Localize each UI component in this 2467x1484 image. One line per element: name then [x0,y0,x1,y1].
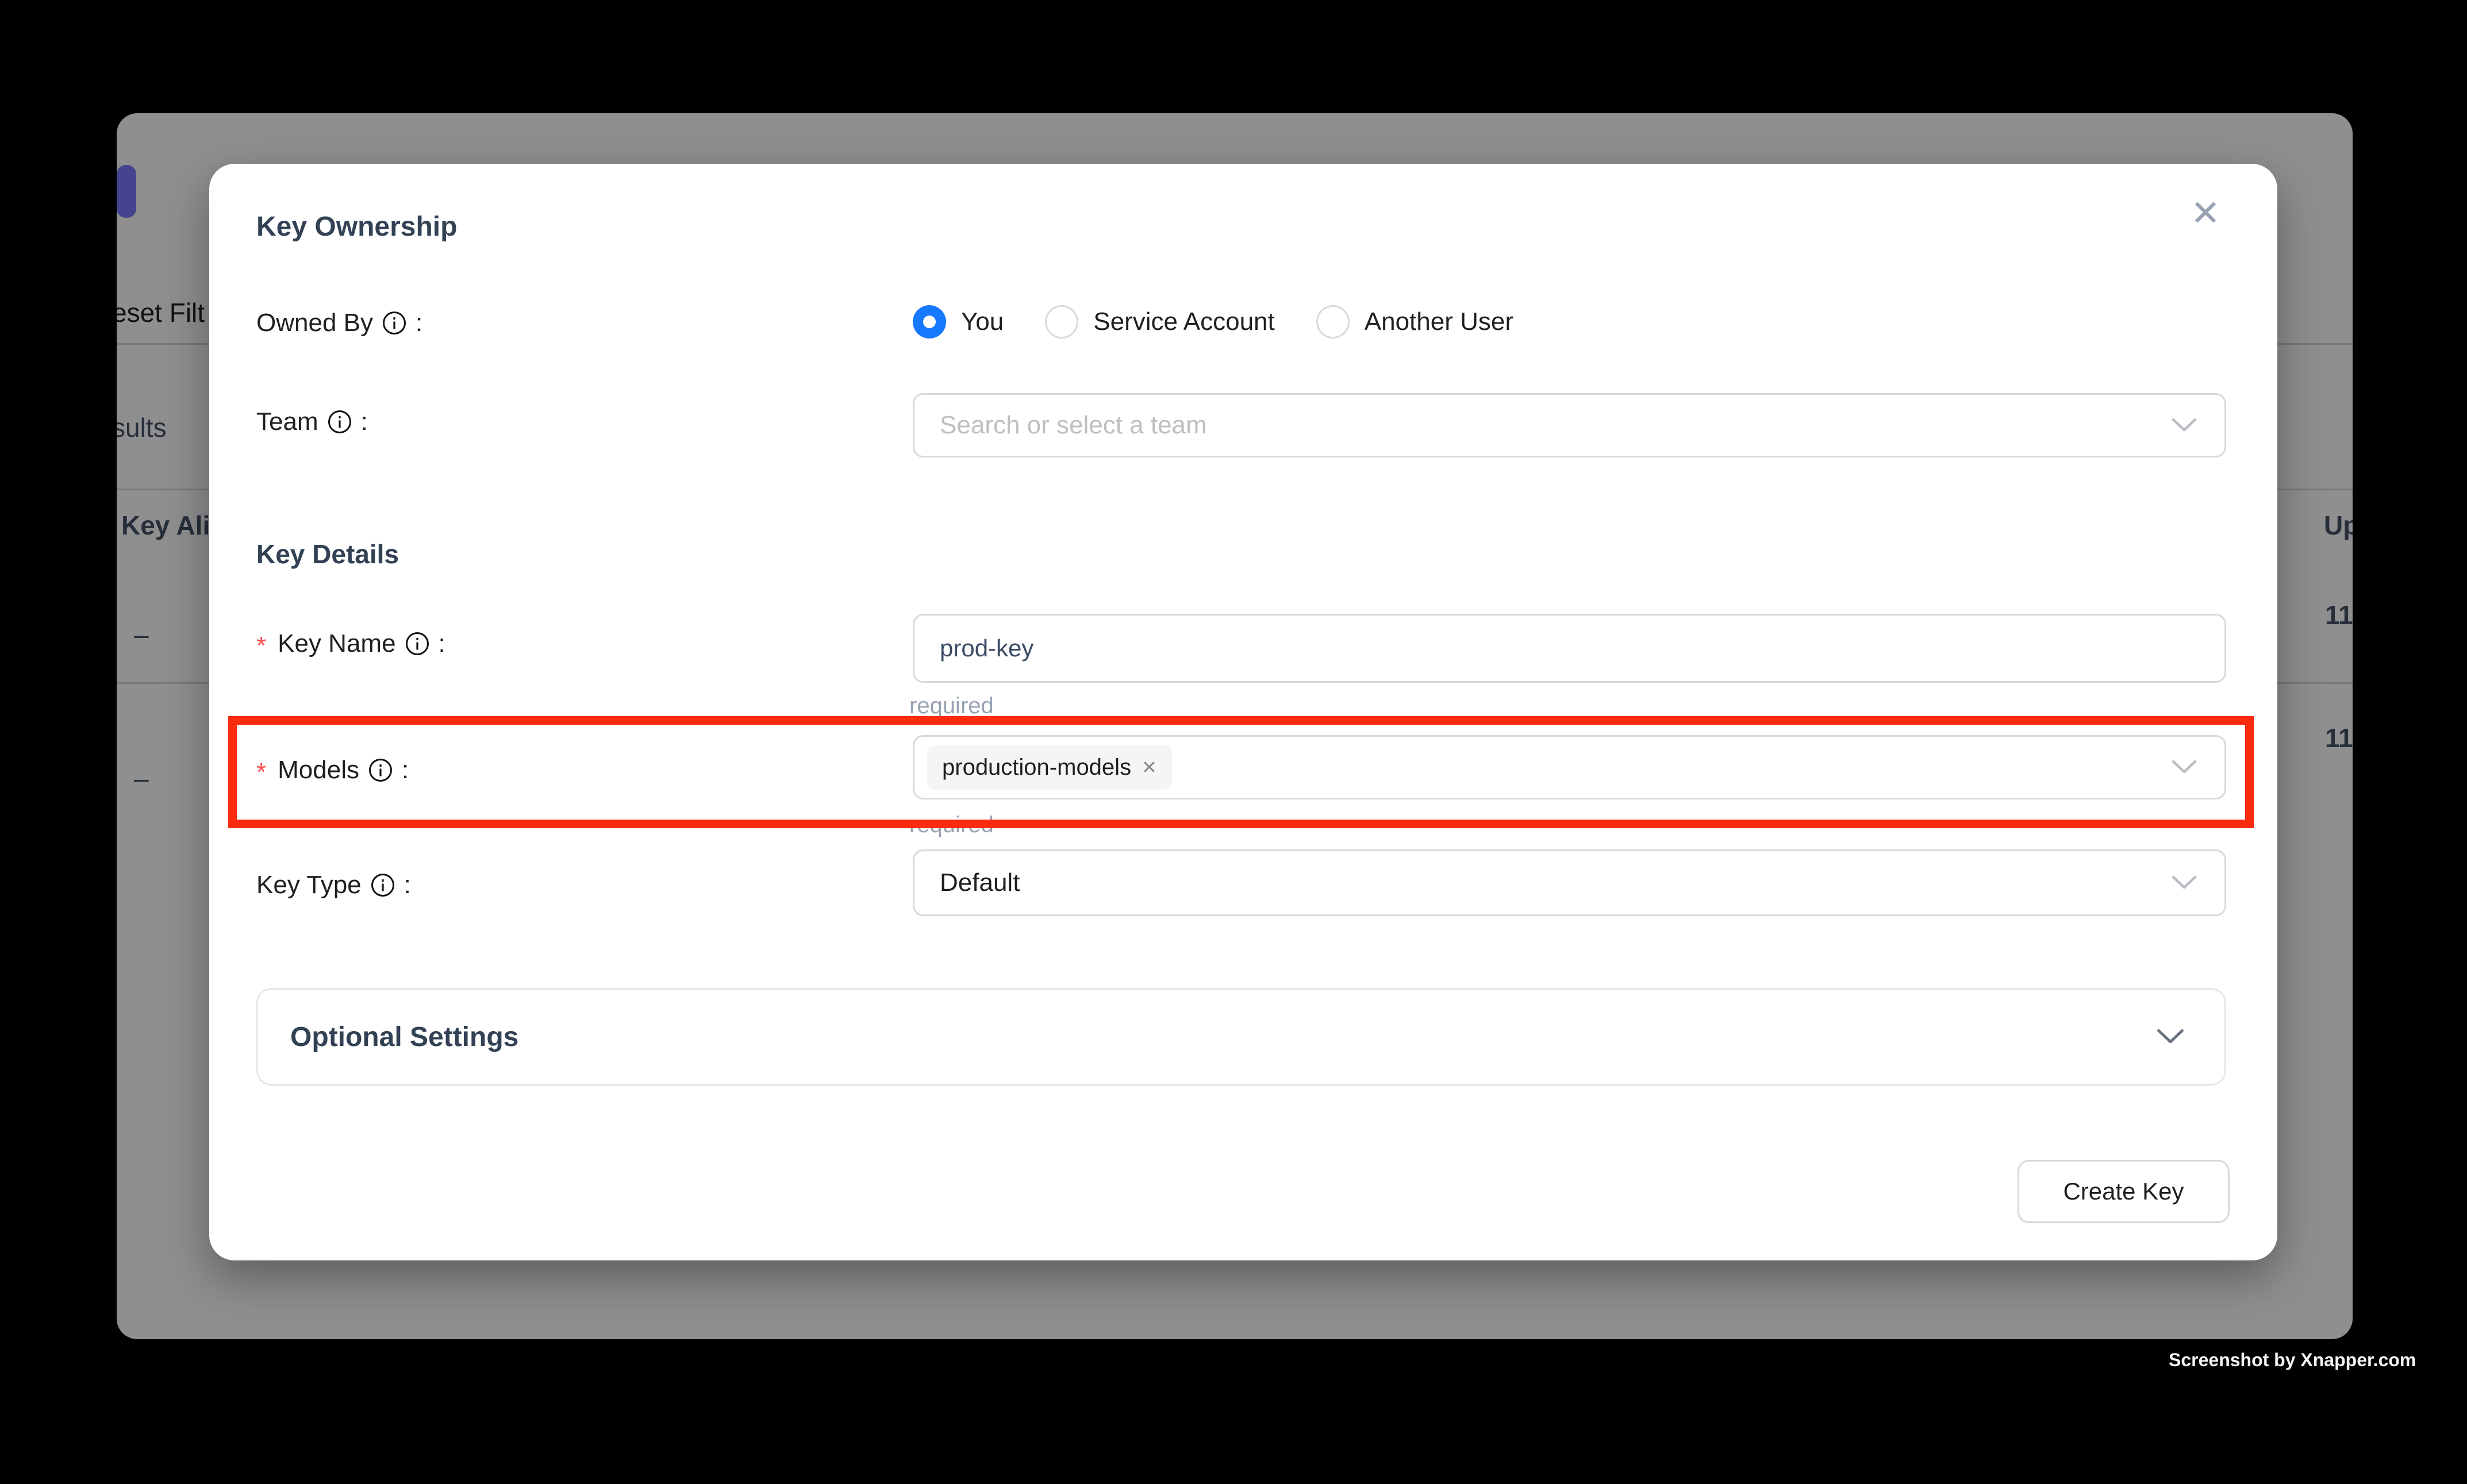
radio-unselected-icon [1316,305,1350,339]
create-key-modal: Key Ownership ✕ Owned By : You Service A… [209,164,2277,1260]
chevron-down-icon [2157,1029,2184,1045]
modal-title: Key Ownership [256,211,457,243]
chevron-down-icon [2172,875,2197,890]
optional-settings-toggle[interactable]: Optional Settings [256,988,2226,1086]
owned-by-label: Owned By : [256,309,422,337]
models-select[interactable]: production-models ✕ [913,735,2226,799]
radio-option-another-user[interactable]: Another User [1316,305,1513,339]
radio-option-service-account[interactable]: Service Account [1045,305,1275,339]
radio-unselected-icon [1045,305,1078,339]
owned-by-radio-group: You Service Account Another User [913,305,1555,339]
team-label: Team : [256,407,368,436]
radio-selected-icon [913,305,946,339]
required-asterisk: * [256,632,266,660]
chevron-down-icon [2172,418,2197,433]
info-icon[interactable] [371,873,395,897]
info-icon[interactable] [368,758,393,782]
selected-model-tag: production-models ✕ [927,745,1172,790]
optional-settings-label: Optional Settings [290,1021,518,1053]
team-select[interactable]: Search or select a team [913,393,2226,457]
create-key-button[interactable]: Create Key [2018,1160,2230,1223]
key-type-select[interactable]: Default [913,849,2226,916]
models-validation: required [909,812,994,838]
team-select-placeholder: Search or select a team [940,411,1207,440]
required-asterisk: * [256,758,266,787]
tag-remove-icon[interactable]: ✕ [1142,756,1157,778]
info-icon[interactable] [405,632,429,656]
key-name-input[interactable] [913,614,2226,683]
watermark: Screenshot by Xnapper.com [2169,1350,2416,1371]
close-icon[interactable]: ✕ [2180,187,2231,239]
info-icon[interactable] [382,311,406,335]
chevron-down-icon [2172,760,2197,775]
key-type-value: Default [940,868,1020,897]
info-icon[interactable] [328,410,352,434]
key-name-label: * Key Name : [256,629,445,658]
key-type-label: Key Type : [256,871,411,899]
key-details-heading: Key Details [256,539,399,570]
radio-option-you[interactable]: You [913,305,1004,339]
key-name-validation: required [909,693,994,719]
models-label: * Models : [256,756,409,785]
